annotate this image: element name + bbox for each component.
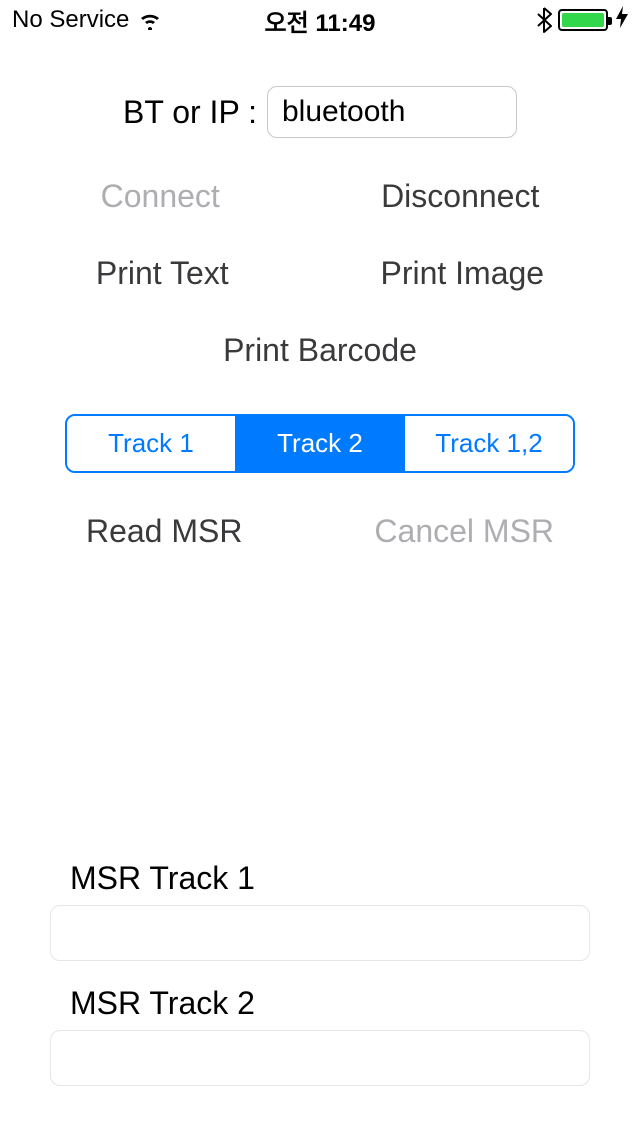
- battery-icon: [558, 9, 608, 31]
- charging-icon: [616, 6, 628, 34]
- bt-ip-label: BT or IP :: [123, 94, 257, 131]
- msr-track-1-field[interactable]: [50, 905, 590, 961]
- msr-track-2-label: MSR Track 2: [70, 985, 590, 1022]
- carrier-text: No Service: [12, 6, 129, 34]
- cancel-msr-button[interactable]: Cancel MSR: [374, 513, 554, 550]
- status-time: 오전 11:49: [265, 3, 376, 38]
- print-text-button[interactable]: Print Text: [96, 255, 229, 292]
- bt-ip-input[interactable]: [267, 86, 517, 138]
- msr-track-1-label: MSR Track 1: [70, 860, 590, 897]
- connect-button[interactable]: Connect: [101, 178, 220, 215]
- connect-row: Connect Disconnect: [20, 178, 620, 215]
- read-msr-button[interactable]: Read MSR: [86, 513, 243, 550]
- msr-results: MSR Track 1 MSR Track 2: [20, 860, 620, 1110]
- status-right: [536, 6, 628, 34]
- connection-row: BT or IP :: [20, 86, 620, 138]
- print-image-button[interactable]: Print Image: [380, 255, 544, 292]
- print-barcode-button[interactable]: Print Barcode: [223, 332, 417, 369]
- bluetooth-icon: [536, 7, 552, 33]
- segment-track-2[interactable]: Track 2: [236, 416, 405, 471]
- status-left: No Service: [12, 6, 163, 34]
- track-segmented-control[interactable]: Track 1 Track 2 Track 1,2: [65, 414, 575, 473]
- disconnect-button[interactable]: Disconnect: [381, 178, 539, 215]
- main-content: BT or IP : Connect Disconnect Print Text…: [0, 40, 640, 1110]
- print-row-1: Print Text Print Image: [20, 255, 620, 292]
- battery-fill: [562, 13, 604, 27]
- status-bar: No Service 오전 11:49: [0, 0, 640, 40]
- segment-track-1[interactable]: Track 1: [67, 416, 236, 471]
- print-row-2: Print Barcode: [20, 332, 620, 369]
- msr-track-2-field[interactable]: [50, 1030, 590, 1086]
- msr-action-row: Read MSR Cancel MSR: [20, 513, 620, 550]
- wifi-icon: [137, 10, 163, 30]
- segment-track-12[interactable]: Track 1,2: [405, 416, 573, 471]
